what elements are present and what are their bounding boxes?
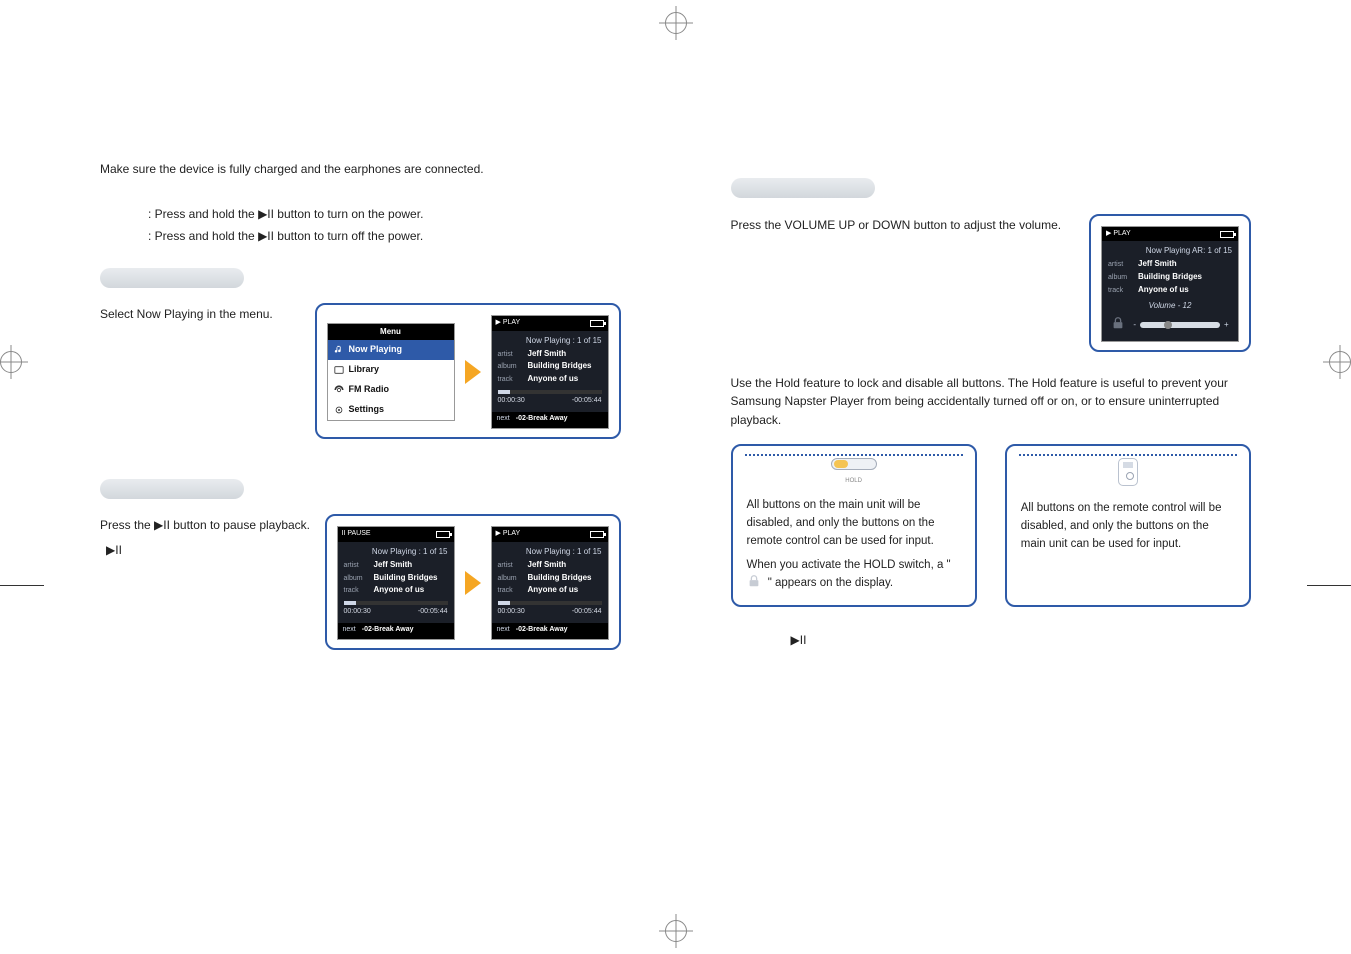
music-note-icon: [334, 345, 344, 355]
footer-glyph: ▶II: [791, 631, 1252, 650]
device-screen-play: ▶ PLAY Now Playing : 1 of 15 artistJeff …: [491, 315, 609, 428]
battery-icon: [1220, 231, 1234, 238]
section-pausing-music: Press the ▶II button to pause playback. …: [100, 461, 621, 650]
device-screen-menu: Menu Now Playing: [327, 323, 455, 421]
hold-remote-card: All buttons on the remote control will b…: [1005, 444, 1251, 608]
page-right: Press the VOLUME UP or DOWN button to ad…: [676, 0, 1351, 954]
pause-note-glyph: ▶II: [106, 541, 311, 560]
menu-item-label: Now Playing: [349, 343, 403, 357]
menu-item-label: Library: [349, 363, 380, 377]
power-on-text: : Press and hold the ▶II button to turn …: [148, 205, 621, 224]
device-screen-pause: II PAUSE Now Playing : 1 of 15 artistJef…: [337, 526, 455, 639]
section-heading-pill: [100, 268, 244, 288]
battery-icon: [436, 531, 450, 538]
remote-icon: [1118, 458, 1138, 486]
battery-icon: [590, 320, 604, 327]
section-heading-pill: [100, 479, 244, 499]
progress-bar: [498, 390, 602, 394]
menu-item-label: Settings: [349, 403, 385, 417]
volume-label: Volume - 12: [1108, 300, 1232, 312]
lock-icon: [1111, 316, 1129, 334]
hold-slider-icon: HOLD: [831, 458, 877, 487]
menu-title: Menu: [328, 324, 454, 340]
figure-pausing-music: II PAUSE Now Playing : 1 of 15 artistJef…: [325, 514, 621, 649]
device-screen-volume: ▶ PLAY Now Playing AR: 1 of 15 artistJef…: [1101, 226, 1239, 342]
np-count: Now Playing : 1 of 15: [498, 335, 602, 347]
intro-text: Make sure the device is fully charged an…: [100, 160, 621, 179]
hold-main-text-1: All buttons on the main unit will be dis…: [747, 497, 961, 550]
section-volume: Press the VOLUME UP or DOWN button to ad…: [731, 160, 1252, 352]
menu-item-fm-radio: FM Radio: [328, 380, 454, 400]
hold-remote-text: All buttons on the remote control will b…: [1021, 500, 1235, 553]
figure-volume: ▶ PLAY Now Playing AR: 1 of 15 artistJef…: [1089, 214, 1251, 352]
hold-main-text-2: When you activate the HOLD switch, a " "…: [747, 557, 961, 594]
section-playing-music: Select Now Playing in the menu. Menu Now…: [100, 250, 621, 439]
hold-main-card: HOLD All buttons on the main unit will b…: [731, 444, 977, 608]
menu-item-settings: Settings: [328, 400, 454, 420]
pausing-text: Press the ▶II button to pause playback.: [100, 516, 311, 535]
menu-item-label: FM Radio: [349, 383, 390, 397]
arrow-right-icon: [465, 360, 481, 384]
hold-intro-text: Use the Hold feature to lock and disable…: [731, 374, 1252, 430]
status-pause: II PAUSE: [342, 529, 371, 540]
lock-icon: [747, 574, 765, 592]
section-hold: Use the Hold feature to lock and disable…: [731, 374, 1252, 650]
gear-icon: [334, 405, 344, 415]
radio-icon: [334, 385, 344, 395]
volume-text: Press the VOLUME UP or DOWN button to ad…: [731, 216, 1076, 235]
playing-music-text: Select Now Playing in the menu.: [100, 305, 301, 324]
status-play: ▶ PLAY: [496, 318, 521, 329]
library-icon: [334, 365, 344, 375]
arrow-right-icon: [465, 571, 481, 595]
volume-slider: [1140, 322, 1220, 328]
section-heading-pill: [731, 178, 875, 198]
device-screen-play-2: ▶ PLAY Now Playing : 1 of 15 artistJeff …: [491, 526, 609, 639]
battery-icon: [590, 531, 604, 538]
menu-item-now-playing: Now Playing: [328, 340, 454, 360]
power-off-text: : Press and hold the ▶II button to turn …: [148, 227, 621, 246]
figure-playing-music: Menu Now Playing: [315, 303, 621, 438]
page-left: Make sure the device is fully charged an…: [0, 0, 676, 954]
menu-item-library: Library: [328, 360, 454, 380]
